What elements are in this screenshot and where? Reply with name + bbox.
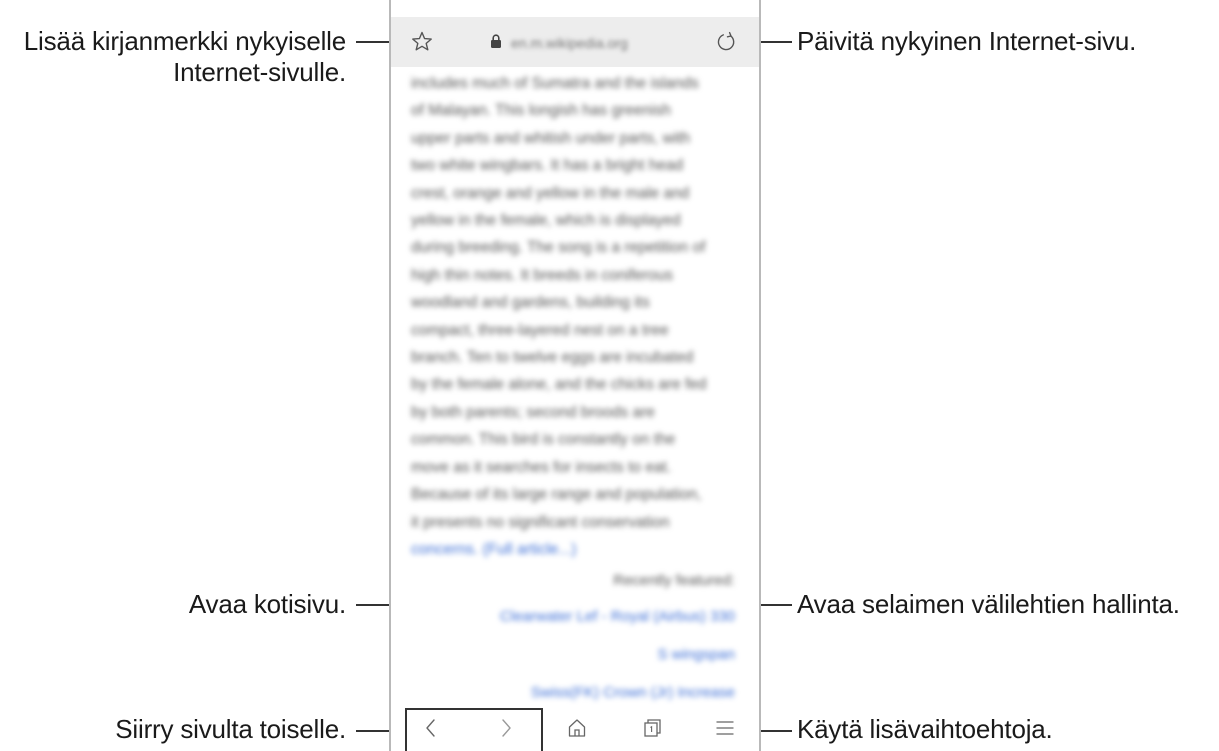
recent-link[interactable]: S wingspan: [657, 646, 735, 663]
article-line: two white wingbars. It has a bright head: [411, 157, 684, 175]
bookmark-callout: Lisää kirjanmerkki nykyiselle Internet-s…: [0, 26, 346, 88]
nav-callout: Siirry sivulta toiselle.: [115, 714, 346, 744]
menu-icon[interactable]: [713, 715, 737, 741]
article-line: during breeding. The song is a repetitio…: [411, 239, 706, 257]
recent-heading: Recently featured:: [613, 572, 735, 589]
article-line: yellow in the female, which is displayed: [411, 212, 681, 230]
article-line: it presents no significant conservation: [411, 513, 670, 531]
article-line: crest, orange and yellow in the male and: [411, 184, 690, 202]
refresh-icon[interactable]: [713, 29, 739, 55]
article-line: branch. Ten to twelve eggs are incubated: [411, 349, 694, 367]
more-callout: Käytä lisävaihtoehtoja.: [797, 714, 1053, 744]
tabs-callout: Avaa selaimen välilehtien hallinta.: [797, 589, 1180, 619]
article-line: compact, three-layered nest on a tree: [411, 321, 669, 339]
url-field[interactable]: en.m.wikipedia.org: [489, 32, 628, 54]
article-line: includes much of Sumatra and the islands: [411, 75, 699, 92]
home-icon[interactable]: [565, 715, 589, 741]
address-bar: en.m.wikipedia.org: [391, 17, 759, 67]
lock-icon: [489, 33, 503, 54]
recent-link[interactable]: Swiss(FK) Crown (Jr) Increase: [531, 684, 735, 701]
article-line: upper parts and whitish under parts, wit…: [411, 129, 691, 147]
home-callout: Avaa kotisivu.: [188, 589, 346, 619]
tabs-icon[interactable]: [640, 715, 664, 741]
phone-screen: en.m.wikipedia.org includes much of Suma…: [389, 0, 761, 751]
article-line: of Malayan. This longish has greenish: [411, 102, 671, 120]
bookmark-callout-line2: Internet-sivulle.: [173, 57, 346, 87]
article-line: by the female alone, and the chicks are …: [411, 376, 707, 394]
article-line: by both parents; second broods are: [411, 403, 655, 421]
article-body: includes much of Sumatra and the islands…: [411, 70, 739, 563]
article-line[interactable]: concerns. (Full article...): [411, 536, 739, 563]
refresh-callout: Päivitä nykyinen Internet-sivu.: [797, 26, 1137, 56]
article-line: Because of its large range and populatio…: [411, 486, 702, 504]
nav-buttons-highlight: [405, 708, 543, 751]
article-line: high thin notes. It breeds in coniferous: [411, 266, 673, 284]
article-line: common. This bird is constantly on the: [411, 431, 676, 449]
url-text: en.m.wikipedia.org: [511, 35, 628, 51]
bookmark-callout-line1: Lisää kirjanmerkki nykyiselle: [23, 26, 346, 56]
article-line: woodland and gardens, building its: [411, 294, 650, 312]
star-icon[interactable]: [409, 29, 435, 55]
recent-link[interactable]: Clearwater Lef - Royal (Airbus) 330: [500, 608, 735, 625]
article-line: move as it searches for insects to eat.: [411, 458, 672, 476]
